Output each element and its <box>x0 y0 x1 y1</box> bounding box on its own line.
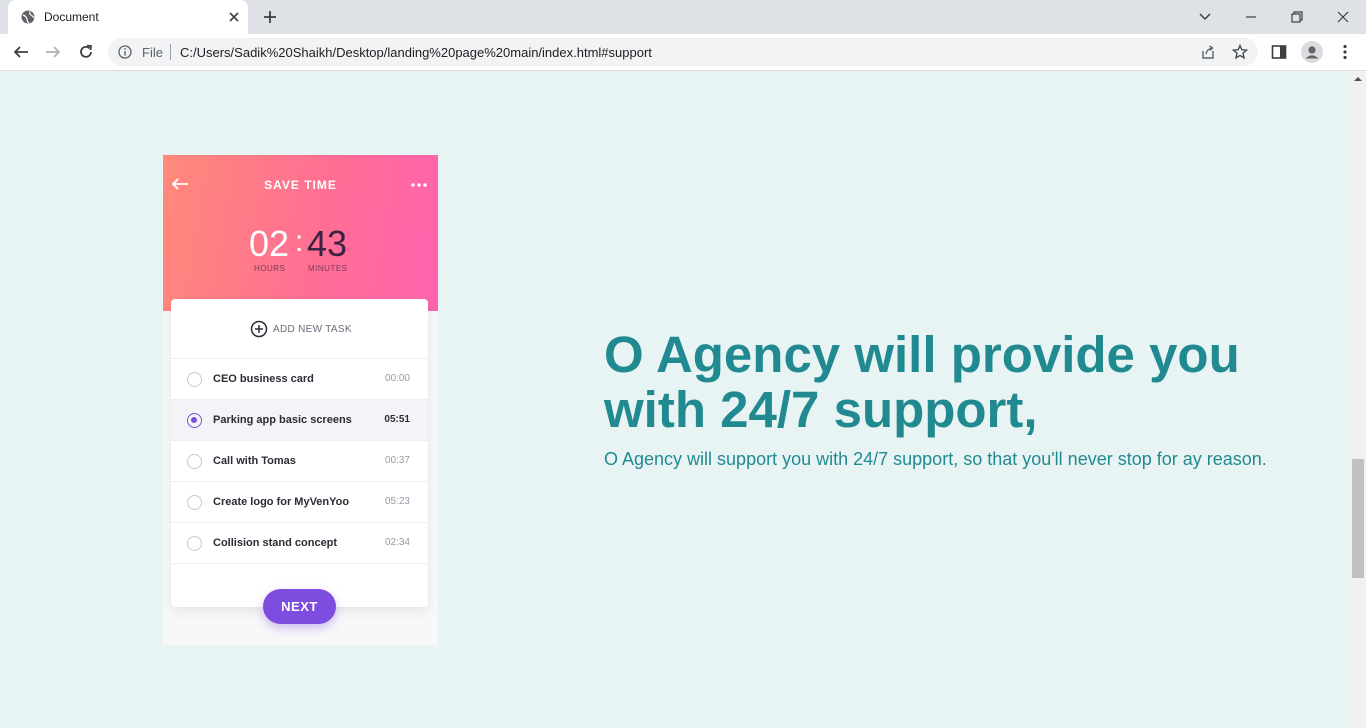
url-text[interactable]: C:/Users/Sadik%20Shaikh/Desktop/landing%… <box>180 45 652 60</box>
task-name: Call with Tomas <box>213 455 296 467</box>
task-radio <box>187 413 202 428</box>
scroll-up-arrow-icon[interactable] <box>1354 75 1362 83</box>
task-radio <box>187 536 202 551</box>
forward-arrow-icon[interactable] <box>44 43 62 61</box>
task-time: 05:51 <box>384 414 410 425</box>
task-name: CEO business card <box>213 373 314 385</box>
task-time: 00:00 <box>384 373 410 384</box>
tab-document[interactable]: Document <box>8 0 248 34</box>
share-icon[interactable] <box>1200 44 1216 60</box>
task-radio <box>187 454 202 469</box>
tab-strip: Document <box>0 0 1366 34</box>
add-task-label: ADD NEW TASK <box>273 324 352 335</box>
kebab-menu-icon[interactable] <box>1336 43 1354 61</box>
close-tab-icon[interactable] <box>226 9 242 25</box>
task-card: ADD NEW TASK CEO business card 00:00 Par… <box>171 299 428 607</box>
task-time: 05:23 <box>384 496 410 507</box>
add-circle-icon <box>250 320 268 338</box>
task-name: Parking app basic screens <box>213 414 352 426</box>
task-name: Create logo for MyVenYoo <box>213 496 350 508</box>
timer-separator: : <box>295 225 304 258</box>
restore-icon[interactable] <box>1287 7 1307 27</box>
timer-minutes-label: MINUTES <box>308 264 348 273</box>
omnibox-divider <box>170 44 171 60</box>
support-headline: O Agency will provide you with 24/7 supp… <box>604 326 1240 438</box>
minimize-icon[interactable] <box>1241 7 1261 27</box>
side-panel-icon[interactable] <box>1270 43 1288 61</box>
back-arrow-icon[interactable] <box>12 43 30 61</box>
support-section: SAVE TIME 02 : 43 HOURS MINUTES ADD NEW … <box>0 71 1350 728</box>
task-name: Collision stand concept <box>213 537 338 549</box>
task-radio <box>187 372 202 387</box>
next-button: NEXT <box>263 589 336 624</box>
chevron-down-icon[interactable] <box>1195 7 1215 27</box>
task-time: 00:37 <box>384 455 410 466</box>
task-row: Collision stand concept 02:34 <box>171 523 428 564</box>
phone-mockup-image: SAVE TIME 02 : 43 HOURS MINUTES ADD NEW … <box>163 155 438 645</box>
phone-header: SAVE TIME 02 : 43 HOURS MINUTES <box>163 155 438 311</box>
task-row: Parking app basic screens 05:51 <box>171 400 428 441</box>
task-row: Call with Tomas 00:37 <box>171 441 428 482</box>
task-row: Create logo for MyVenYoo 05:23 <box>171 482 428 523</box>
support-description: O Agency will support you with 24/7 supp… <box>604 449 1267 469</box>
task-radio <box>187 495 202 510</box>
new-tab-icon[interactable] <box>262 9 278 25</box>
more-dots-icon <box>411 183 427 187</box>
tab-title: Document <box>44 10 99 24</box>
phone-header-title: SAVE TIME <box>264 178 337 192</box>
timer-hours-label: HOURS <box>254 264 286 273</box>
scrollbar-thumb[interactable] <box>1352 459 1364 578</box>
globe-icon <box>21 10 35 24</box>
file-scheme-label: File <box>142 45 163 60</box>
profile-avatar-icon[interactable] <box>1301 41 1323 63</box>
timer-minutes: 43 <box>307 223 348 264</box>
address-bar[interactable]: File C:/Users/Sadik%20Shaikh/Desktop/lan… <box>108 38 1258 66</box>
add-task-row: ADD NEW TASK <box>171 299 428 359</box>
close-window-icon[interactable] <box>1333 7 1353 27</box>
page-scrollbar[interactable] <box>1350 71 1366 728</box>
task-time: 02:34 <box>384 537 410 548</box>
timer-display: 02 : 43 <box>163 223 438 267</box>
timer-hours: 02 <box>249 223 290 264</box>
bookmark-star-icon[interactable] <box>1232 44 1248 60</box>
info-icon[interactable] <box>118 45 132 59</box>
reload-icon[interactable] <box>77 43 95 61</box>
task-row: CEO business card 00:00 <box>171 359 428 400</box>
browser-toolbar: File C:/Users/Sadik%20Shaikh/Desktop/lan… <box>0 34 1366 71</box>
